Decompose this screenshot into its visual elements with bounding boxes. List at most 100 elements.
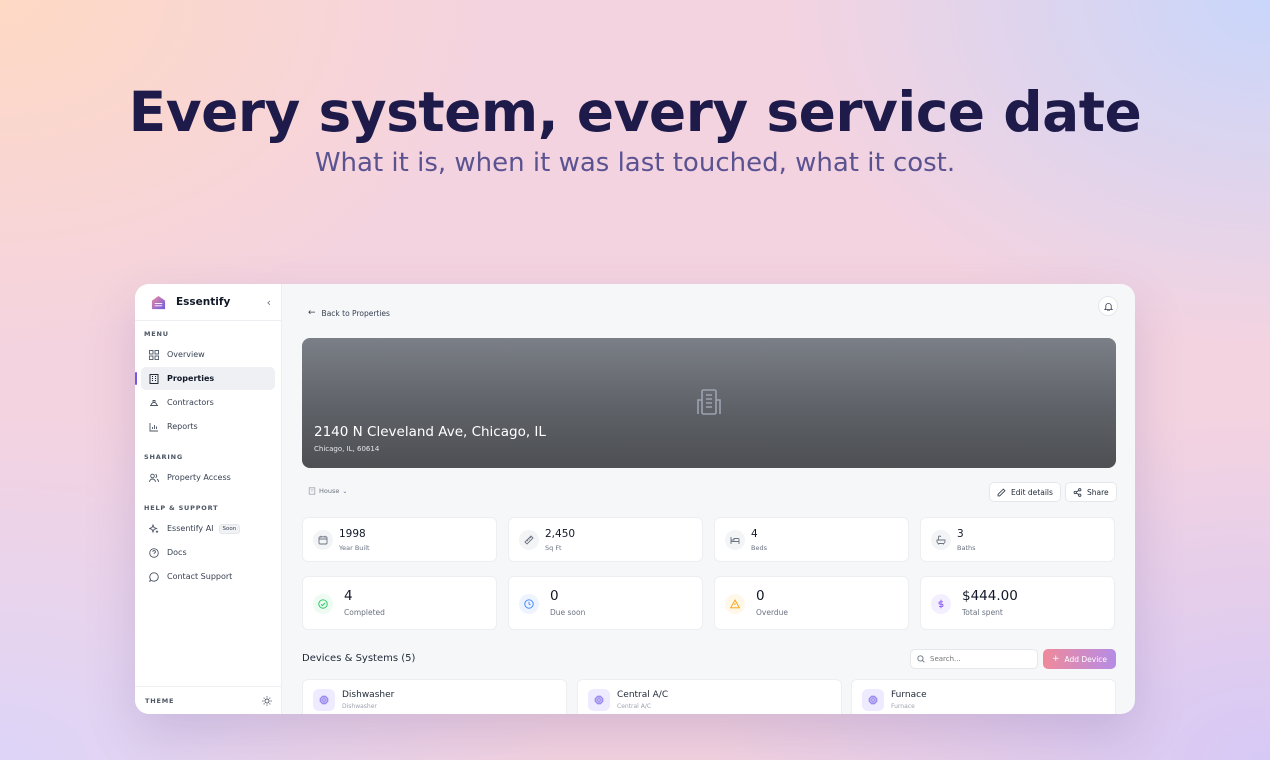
back-label: Back to Properties bbox=[321, 308, 390, 318]
sidebar: Essentify ‹ MENU Overview Properties Con… bbox=[135, 284, 282, 714]
property-address: 2140 N Cleveland Ave, Chicago, IL bbox=[314, 424, 546, 440]
stat-card-overdue: 0 Overdue bbox=[714, 576, 909, 630]
brand-logo-icon bbox=[151, 295, 166, 309]
chip-icon bbox=[588, 689, 610, 711]
help-circle-icon bbox=[149, 547, 159, 558]
sidebar-item-property-access[interactable]: Property Access bbox=[141, 466, 275, 489]
property-city: Chicago, IL, 60614 bbox=[314, 445, 380, 453]
fact-value: 2,450 bbox=[545, 528, 576, 540]
plus-icon: + bbox=[1051, 654, 1060, 664]
property-type-select[interactable]: House ⌄ bbox=[308, 487, 347, 495]
sidebar-item-contractors[interactable]: Contractors bbox=[141, 391, 275, 414]
devices-title: Devices & Systems (5) bbox=[302, 653, 416, 664]
bar-chart-icon bbox=[149, 422, 159, 432]
theme-label: THEME bbox=[145, 696, 175, 705]
fact-label: Beds bbox=[751, 544, 767, 552]
device-type: Dishwasher bbox=[342, 703, 377, 710]
stat-value: $444.00 bbox=[962, 588, 1018, 604]
fact-label: Year Built bbox=[339, 544, 370, 552]
calendar-icon bbox=[313, 530, 333, 550]
sidebar-item-label: Property Access bbox=[167, 473, 231, 482]
dollar-icon bbox=[931, 594, 951, 614]
sun-icon[interactable] bbox=[262, 695, 272, 706]
fact-label: Baths bbox=[957, 544, 976, 552]
fact-value: 3 bbox=[957, 528, 964, 540]
share-icon bbox=[1073, 487, 1082, 497]
edit-details-label: Edit details bbox=[1011, 487, 1053, 497]
sidebar-item-reports[interactable]: Reports bbox=[141, 415, 275, 438]
edit-details-button[interactable]: Edit details bbox=[989, 482, 1061, 502]
fact-card-baths: 3 Baths bbox=[920, 517, 1115, 562]
add-device-button[interactable]: + Add Device bbox=[1043, 649, 1116, 669]
app-window: Essentify ‹ MENU Overview Properties Con… bbox=[135, 284, 1135, 714]
sidebar-item-label: Reports bbox=[167, 422, 198, 431]
sidebar-item-label: Docs bbox=[167, 548, 187, 557]
stat-card-due-soon: 0 Due soon bbox=[508, 576, 703, 630]
soon-badge: Soon bbox=[218, 523, 241, 534]
message-circle-icon bbox=[149, 571, 159, 582]
section-label-menu: MENU bbox=[144, 330, 169, 338]
sidebar-item-docs[interactable]: Docs bbox=[141, 541, 275, 564]
share-button[interactable]: Share bbox=[1065, 482, 1117, 502]
collapse-sidebar-icon[interactable]: ‹ bbox=[267, 296, 271, 309]
fact-card-year-built: 1998 Year Built bbox=[302, 517, 497, 562]
device-name: Furnace bbox=[891, 690, 927, 700]
add-device-label: Add Device bbox=[1064, 654, 1108, 664]
brand: Essentify ‹ bbox=[135, 284, 281, 321]
stat-label: Due soon bbox=[550, 608, 586, 617]
search-icon bbox=[917, 655, 925, 663]
device-type: Furnace bbox=[891, 703, 915, 710]
sidebar-item-contact-support[interactable]: Contact Support bbox=[141, 565, 275, 588]
stat-value: 0 bbox=[550, 588, 559, 604]
warning-icon bbox=[725, 594, 745, 614]
hero-title: Every system, every service date bbox=[128, 80, 1142, 144]
device-card[interactable]: Furnace Furnace bbox=[851, 679, 1116, 714]
building-placeholder-icon bbox=[697, 389, 721, 415]
stat-label: Completed bbox=[344, 608, 385, 617]
sidebar-item-label: Contact Support bbox=[167, 572, 233, 581]
device-search[interactable] bbox=[910, 649, 1038, 669]
sidebar-item-properties[interactable]: Properties bbox=[135, 367, 275, 390]
arrow-left-icon: ← bbox=[308, 308, 316, 318]
clock-icon bbox=[519, 594, 539, 614]
search-input[interactable] bbox=[930, 655, 1030, 663]
property-type-label: House bbox=[319, 487, 340, 495]
hard-hat-icon bbox=[149, 398, 159, 408]
stat-value: 0 bbox=[756, 588, 765, 604]
device-card[interactable]: Central A/C Central A/C bbox=[577, 679, 842, 714]
device-card[interactable]: Dishwasher Dishwasher bbox=[302, 679, 567, 714]
section-label-sharing: SHARING bbox=[144, 453, 183, 461]
pencil-icon bbox=[997, 487, 1006, 496]
stat-card-completed: 4 Completed bbox=[302, 576, 497, 630]
chip-icon bbox=[313, 689, 335, 711]
back-to-properties-link[interactable]: ← Back to Properties bbox=[308, 308, 390, 318]
brand-name: Essentify bbox=[176, 296, 231, 308]
hero-subtitle: What it is, when it was last touched, wh… bbox=[314, 148, 956, 178]
grid-icon bbox=[149, 349, 159, 360]
sidebar-item-overview[interactable]: Overview bbox=[141, 343, 275, 366]
bath-icon bbox=[931, 530, 951, 550]
theme-row: THEME bbox=[135, 686, 282, 714]
sparkles-icon bbox=[149, 523, 159, 534]
ruler-icon bbox=[519, 530, 539, 550]
sidebar-item-label: Properties bbox=[167, 374, 215, 383]
bed-icon bbox=[725, 530, 745, 550]
stat-card-total-spent: $444.00 Total spent bbox=[920, 576, 1115, 630]
stat-label: Total spent bbox=[962, 608, 1003, 617]
home-icon bbox=[308, 487, 316, 495]
property-banner: 2140 N Cleveland Ave, Chicago, IL Chicag… bbox=[302, 338, 1116, 468]
users-icon bbox=[149, 473, 159, 483]
fact-label: Sq Ft bbox=[545, 544, 562, 552]
device-name: Central A/C bbox=[617, 690, 669, 700]
share-label: Share bbox=[1087, 487, 1109, 497]
section-label-help: HELP & SUPPORT bbox=[144, 504, 219, 512]
stat-value: 4 bbox=[344, 588, 353, 604]
fact-card-beds: 4 Beds bbox=[714, 517, 909, 562]
sidebar-item-essentify-ai[interactable]: Essentify AI Soon bbox=[141, 517, 275, 540]
sidebar-item-label: Contractors bbox=[167, 398, 214, 407]
sidebar-item-label: Overview bbox=[167, 350, 205, 359]
chip-icon bbox=[862, 689, 884, 711]
stat-label: Overdue bbox=[756, 608, 789, 617]
bell-icon bbox=[1103, 302, 1113, 311]
notifications-button[interactable] bbox=[1098, 296, 1118, 316]
